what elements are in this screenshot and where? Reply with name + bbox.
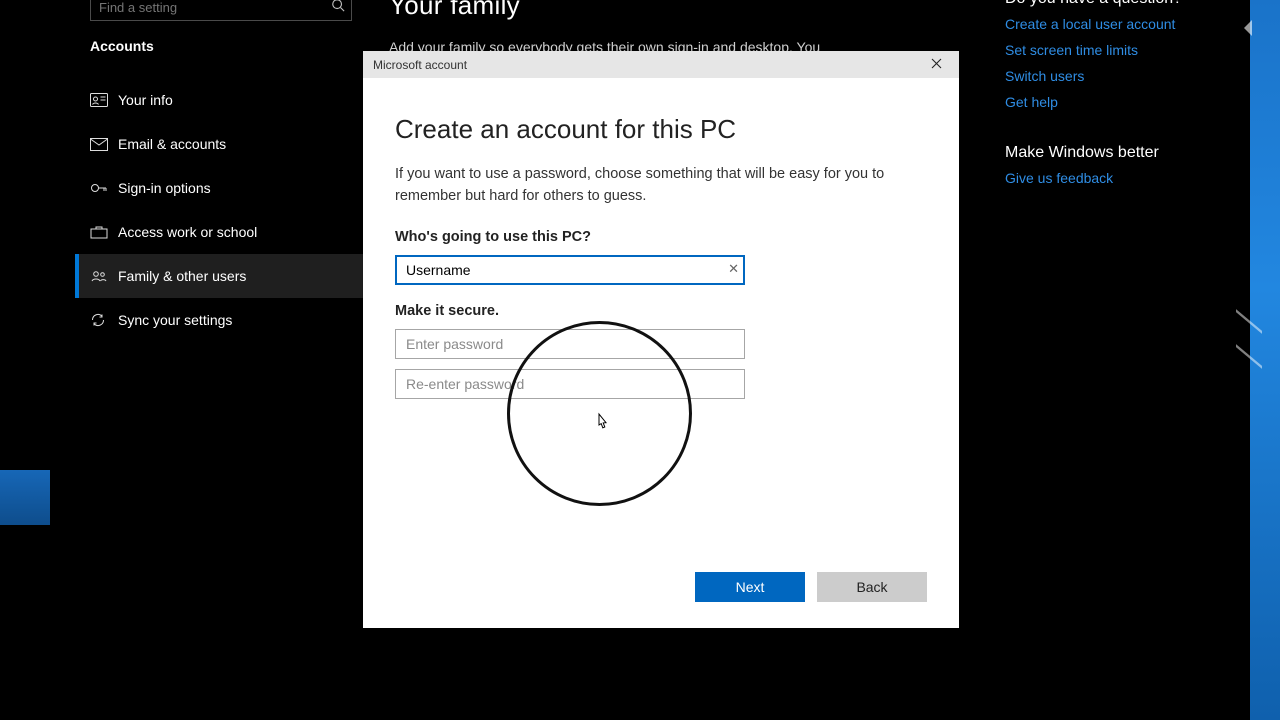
settings-search[interactable] [90, 0, 352, 21]
sidebar-item-label: Family & other users [118, 268, 246, 284]
sidebar-item-sync-settings[interactable]: Sync your settings [75, 298, 365, 342]
sidebar-item-label: Your info [118, 92, 173, 108]
help-link-screen-time[interactable]: Set screen time limits [1005, 42, 1225, 58]
sidebar-item-family-other-users[interactable]: Family & other users [75, 254, 365, 298]
help-link-switch-users[interactable]: Switch users [1005, 68, 1225, 84]
people-icon [90, 269, 118, 283]
back-button[interactable]: Back [817, 572, 927, 602]
next-button[interactable]: Next [695, 572, 805, 602]
dialog-title: Microsoft account [373, 58, 467, 72]
person-card-icon [90, 93, 118, 107]
key-icon [90, 181, 118, 195]
password-confirm-input[interactable] [395, 369, 745, 399]
sync-icon [90, 312, 118, 328]
sidebar-item-label: Access work or school [118, 224, 257, 240]
dialog-close-button[interactable] [914, 51, 959, 78]
sidebar-item-label: Sync your settings [118, 312, 232, 328]
help-link-create-local[interactable]: Create a local user account [1005, 16, 1225, 32]
sidebar-item-email-accounts[interactable]: Email & accounts [75, 122, 365, 166]
help-link-get-help[interactable]: Get help [1005, 94, 1225, 110]
content-heading: Your family [389, 0, 909, 21]
sidebar-item-your-info[interactable]: Your info [75, 78, 365, 122]
sidebar-item-label: Sign-in options [118, 180, 211, 196]
desktop-left-sliver [0, 470, 50, 525]
secure-label: Make it secure. [395, 303, 927, 319]
settings-search-input[interactable] [91, 0, 316, 20]
settings-sidebar: Your info Email & accounts Sign-in optio… [75, 78, 365, 342]
mail-icon [90, 138, 118, 151]
password-input[interactable] [395, 329, 745, 359]
dialog-heading: Create an account for this PC [395, 114, 927, 145]
close-icon [931, 56, 942, 74]
help-link-feedback[interactable]: Give us feedback [1005, 170, 1225, 186]
settings-content: Your family Add your family so everybody… [389, 0, 909, 57]
sidebar-item-access-work-school[interactable]: Access work or school [75, 210, 365, 254]
sidebar-item-signin-options[interactable]: Sign-in options [75, 166, 365, 210]
username-input[interactable] [395, 255, 745, 285]
help-question-heading: Do you have a question? [1005, 0, 1225, 8]
dialog-intro: If you want to use a password, choose so… [395, 163, 927, 207]
clear-input-icon[interactable]: ✕ [728, 261, 739, 277]
help-column: Do you have a question? Create a local u… [1005, 0, 1225, 196]
desktop-right-edge [1250, 0, 1280, 720]
create-account-dialog: Microsoft account Create an account for … [363, 51, 959, 628]
search-icon [331, 0, 345, 15]
sidebar-item-label: Email & accounts [118, 136, 226, 152]
help-improve-heading: Make Windows better [1005, 144, 1225, 162]
who-label: Who's going to use this PC? [395, 229, 927, 245]
dialog-titlebar[interactable]: Microsoft account [363, 51, 959, 78]
settings-section-title: Accounts [90, 38, 154, 54]
briefcase-icon [90, 225, 118, 239]
